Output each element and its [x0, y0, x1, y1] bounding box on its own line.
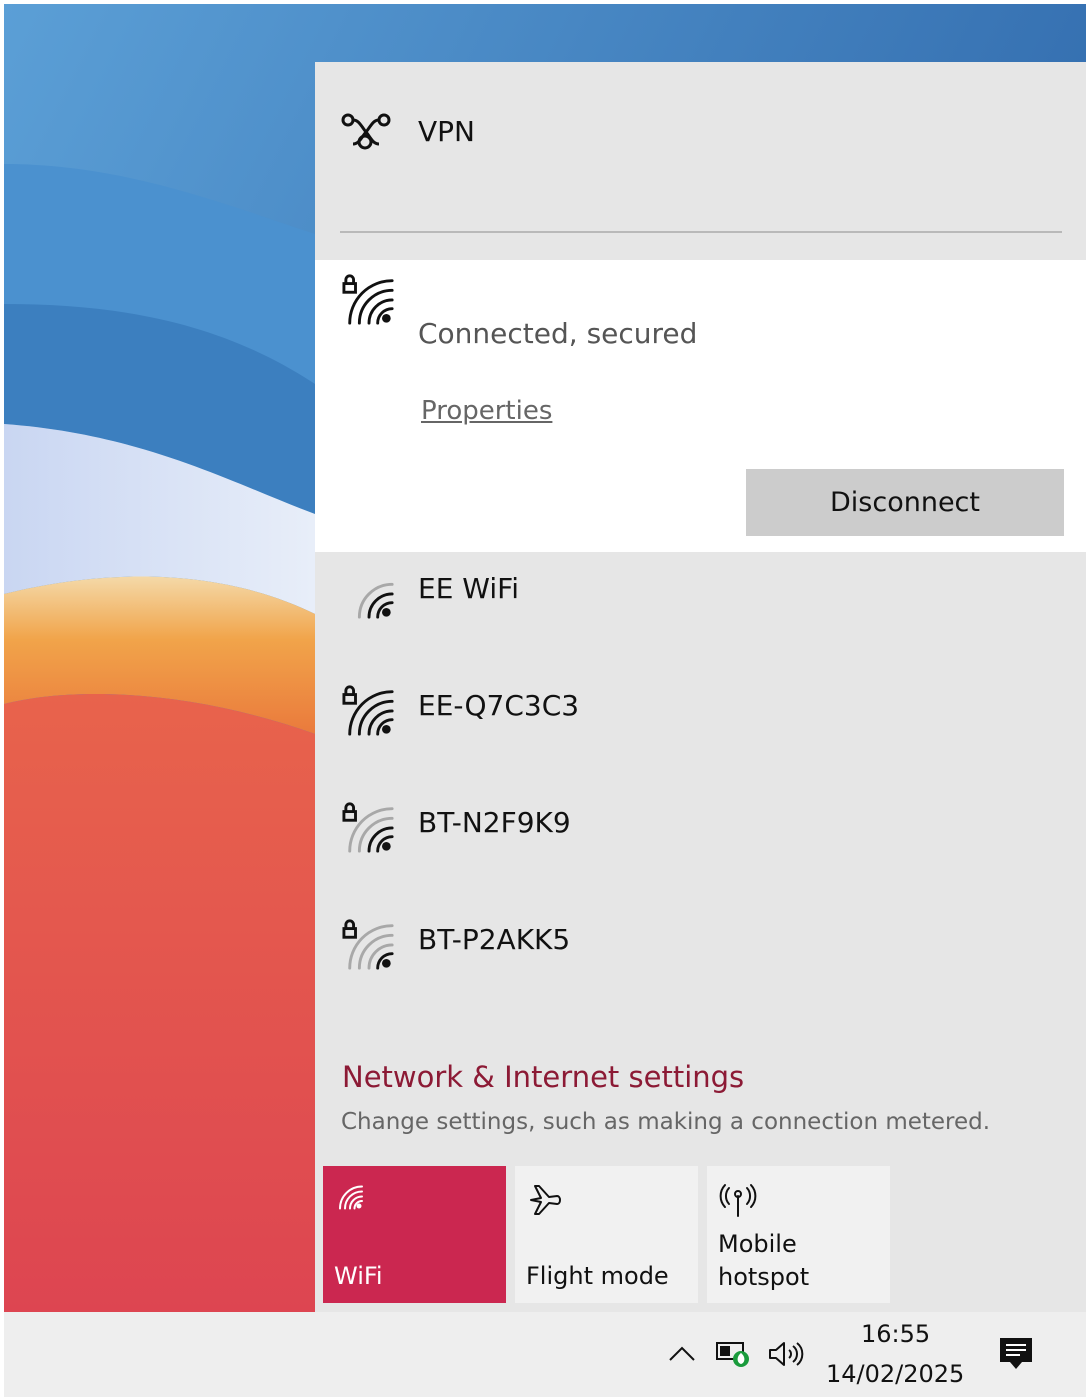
vpn-label: VPN: [418, 115, 475, 148]
wifi-secured-icon: [342, 919, 394, 970]
battery-icon[interactable]: [716, 1338, 752, 1368]
tile-label: WiFi: [334, 1262, 383, 1290]
mobile-hotspot-tile[interactable]: Mobile hotspot: [707, 1166, 890, 1303]
vpn-icon: [341, 113, 391, 150]
connected-network-panel[interactable]: Connected, secured Properties Disconnect: [315, 260, 1086, 552]
network-name: EE-Q7C3C3: [418, 689, 580, 722]
disconnect-button[interactable]: Disconnect: [746, 469, 1064, 536]
wifi-icon: [339, 1185, 363, 1210]
wifi-icon: [357, 582, 394, 619]
network-item[interactable]: EE-Q7C3C3: [315, 669, 1086, 786]
network-item[interactable]: BT-N2F9K9: [315, 786, 1086, 903]
tile-label: Flight mode: [526, 1262, 669, 1290]
connection-status: Connected, secured: [418, 317, 698, 350]
clock-date[interactable]: 14/02/2025: [826, 1360, 964, 1388]
network-name: BT-P2AKK5: [418, 923, 571, 956]
network-name: EE WiFi: [418, 572, 519, 605]
tile-label-line1: Mobile: [718, 1230, 797, 1258]
network-settings-link[interactable]: Network & Internet settings: [342, 1060, 744, 1094]
vpn-button[interactable]: VPN: [315, 62, 1086, 260]
network-name: BT-N2F9K9: [418, 806, 571, 839]
network-item[interactable]: BT-P2AKK5: [315, 903, 1086, 1020]
airplane-icon: [530, 1185, 561, 1215]
wifi-secured-icon: [342, 274, 394, 325]
flight-mode-tile[interactable]: Flight mode: [515, 1166, 698, 1303]
mobile-hotspot-icon: [719, 1184, 757, 1217]
notification-icon[interactable]: [998, 1336, 1034, 1372]
network-flyout: VPN Connected, secured Properties Discon…: [315, 62, 1086, 1312]
wifi-secured-icon: [342, 685, 394, 736]
tile-label-line2: hotspot: [718, 1263, 810, 1291]
taskbar: 16:55 14/02/2025: [4, 1312, 1086, 1397]
speaker-icon[interactable]: [768, 1340, 804, 1368]
clock-time[interactable]: 16:55: [861, 1320, 930, 1348]
wifi-toggle-tile[interactable]: WiFi: [323, 1166, 506, 1303]
network-settings-description: Change settings, such as making a connec…: [341, 1109, 991, 1135]
network-item[interactable]: EE WiFi: [315, 552, 1086, 669]
chevron-up-icon[interactable]: [668, 1344, 696, 1362]
wifi-secured-icon: [342, 802, 394, 853]
divider: [340, 231, 1062, 233]
properties-link[interactable]: Properties: [421, 396, 552, 426]
